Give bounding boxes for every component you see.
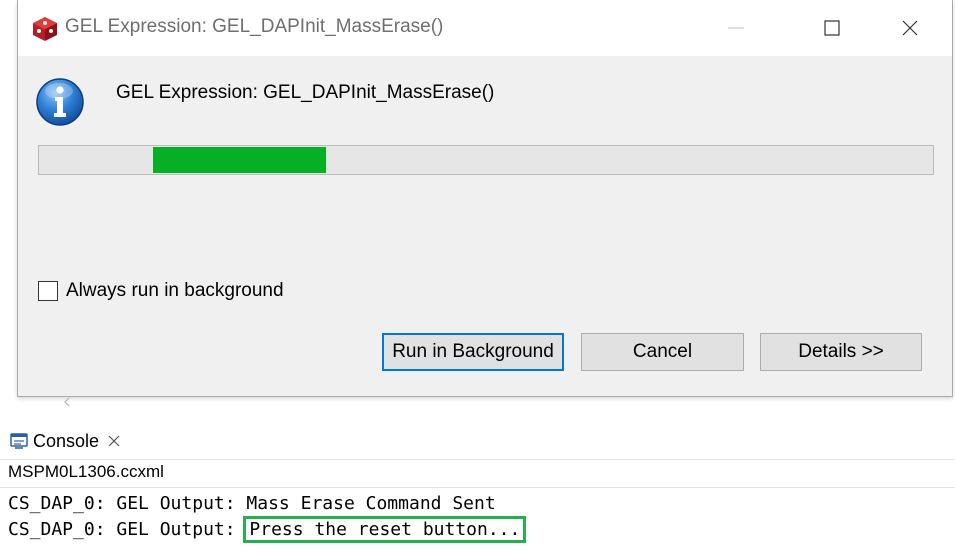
run-in-background-button[interactable]: Run in Background [382,333,564,371]
console-output-line: CS_DAP_0: GEL Output: Press the reset bu… [8,516,527,543]
always-run-background-label[interactable]: Always run in background [66,280,284,302]
cancel-button[interactable]: Cancel [581,333,744,371]
divider [0,487,955,488]
console-line-text: Mass Erase Command Sent [246,493,496,514]
highlighted-console-text: Press the reset button... [243,516,527,543]
dialog-titlebar: GEL Expression: GEL_DAPInit_MassErase() [18,0,952,56]
gel-expression-dialog: GEL Expression: GEL_DAPInit_MassErase() [17,0,953,397]
console-line-prefix: CS_DAP_0: GEL Output: [8,493,247,514]
console-tab-label[interactable]: Console [33,431,99,452]
chevron-icon [64,397,70,407]
dialog-title: GEL Expression: GEL_DAPInit_MassErase() [65,16,444,37]
minimize-icon[interactable] [722,14,750,42]
always-run-background-checkbox[interactable] [38,281,58,301]
console-icon [10,433,28,449]
close-icon[interactable] [107,434,121,448]
close-icon[interactable] [896,14,924,42]
screen: GEL Expression: GEL_DAPInit_MassErase() [0,0,955,552]
info-icon [36,78,84,126]
dialog-message: GEL Expression: GEL_DAPInit_MassErase() [116,82,495,103]
divider [0,459,955,460]
progress-bar [38,145,934,175]
console-line-prefix: CS_DAP_0: GEL Output: [8,519,247,540]
progress-bar-fill [153,147,326,173]
console-source-file: MSPM0L1306.ccxml [8,462,164,481]
ccs-cube-icon [33,17,57,41]
console-output-line: CS_DAP_0: GEL Output: Mass Erase Command… [8,492,496,516]
maximize-icon[interactable] [818,14,846,42]
details-button[interactable]: Details >> [760,333,922,371]
tab-console[interactable]: Console [10,428,121,454]
